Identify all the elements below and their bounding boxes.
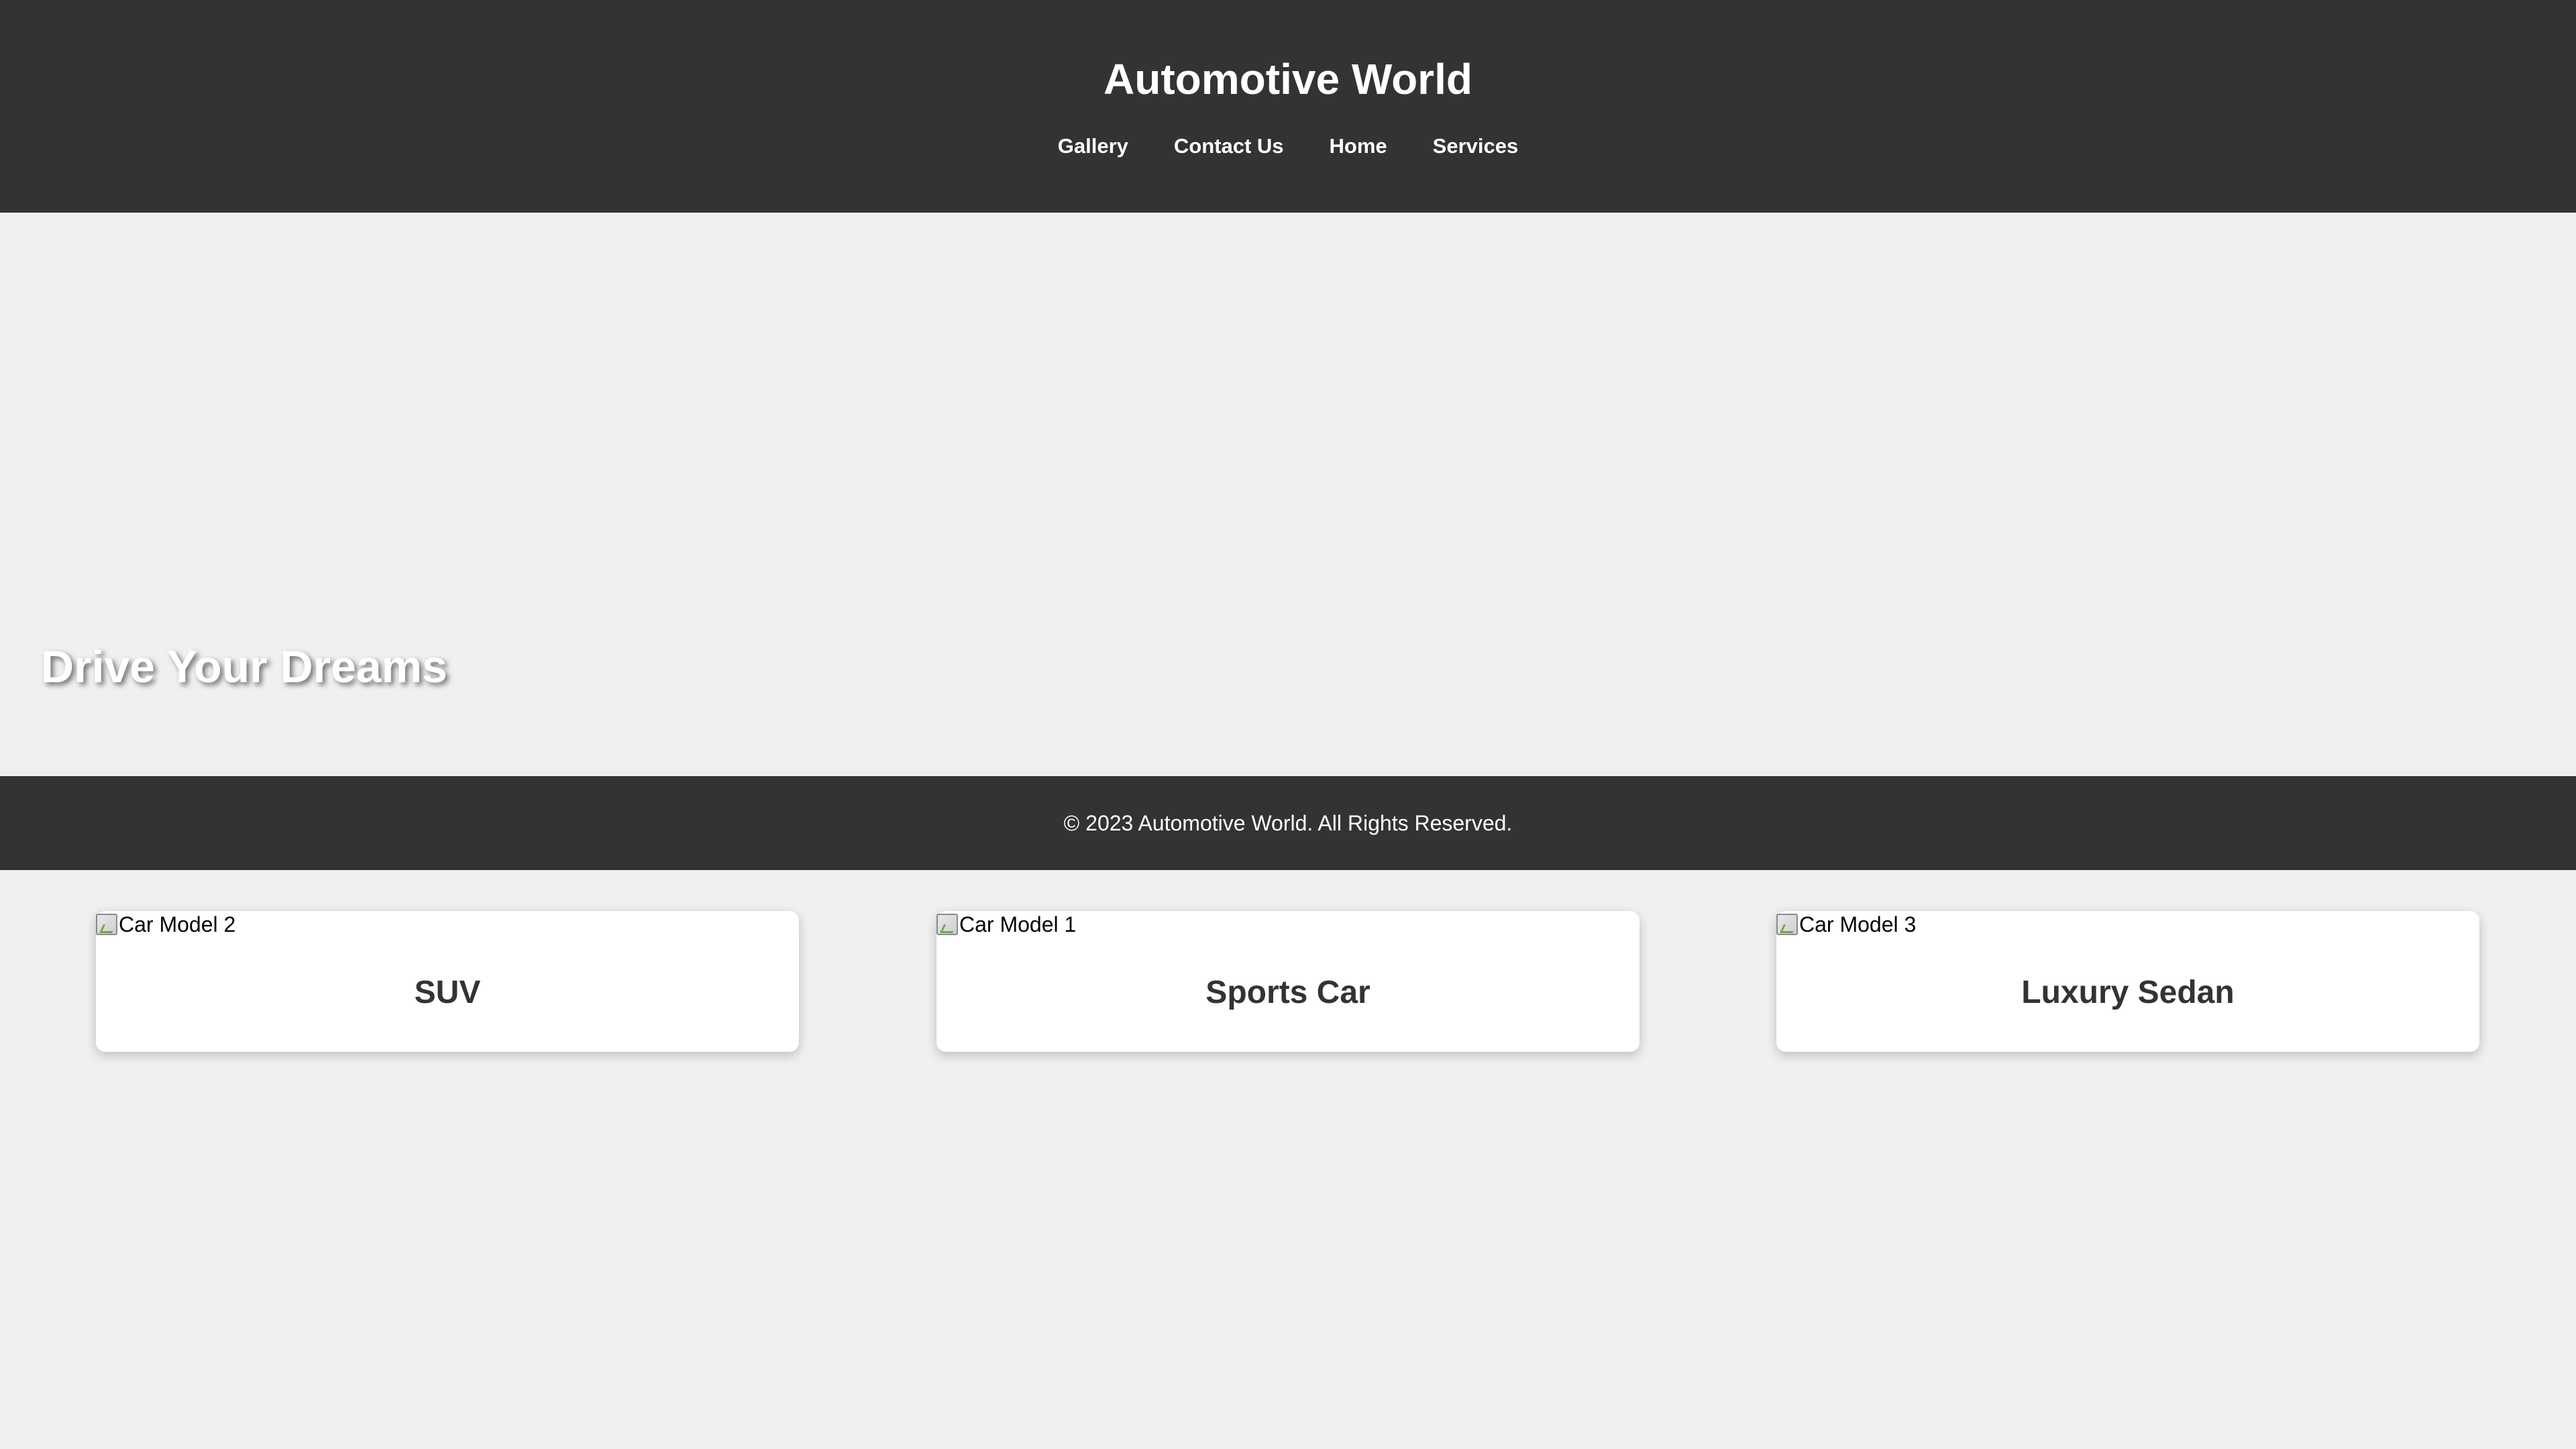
car-card-sports-car[interactable]: Car Model 1 Sports Car xyxy=(936,911,1640,1052)
main-nav: Gallery Contact Us Home Services xyxy=(0,133,2576,160)
broken-image-icon xyxy=(1776,914,1798,935)
car-card-title: SUV xyxy=(414,975,481,1010)
nav-link-gallery[interactable]: Gallery xyxy=(1058,133,1128,160)
car-image-alt-text: Car Model 3 xyxy=(1799,912,1917,936)
car-image-alt-text: Car Model 1 xyxy=(959,912,1077,936)
nav-link-services[interactable]: Services xyxy=(1433,133,1519,160)
nav-link-contact-us[interactable]: Contact Us xyxy=(1174,133,1284,160)
car-image: Car Model 1 xyxy=(936,911,1076,938)
site-footer: © 2023 Automotive World. All Rights Rese… xyxy=(0,776,2576,870)
broken-image-icon xyxy=(936,914,958,935)
broken-image-icon xyxy=(96,914,117,935)
car-card-suv[interactable]: Car Model 2 SUV xyxy=(96,911,799,1052)
hero-section: Drive Your Dreams xyxy=(0,213,2576,776)
site-header: Automotive World Gallery Contact Us Home… xyxy=(0,0,2576,213)
nav-link-home[interactable]: Home xyxy=(1330,133,1387,160)
site-title: Automotive World xyxy=(1104,55,1472,103)
footer-copyright: © 2023 Automotive World. All Rights Rese… xyxy=(1063,811,1513,835)
car-image: Car Model 3 xyxy=(1776,911,1916,938)
car-card-title: Sports Car xyxy=(1205,975,1371,1010)
car-image: Car Model 2 xyxy=(96,911,235,938)
car-card-title: Luxury Sedan xyxy=(2021,975,2235,1010)
car-card-luxury-sedan[interactable]: Car Model 3 Luxury Sedan xyxy=(1776,911,2479,1052)
car-image-alt-text: Car Model 2 xyxy=(119,912,236,936)
hero-heading: Drive Your Dreams xyxy=(41,641,447,692)
